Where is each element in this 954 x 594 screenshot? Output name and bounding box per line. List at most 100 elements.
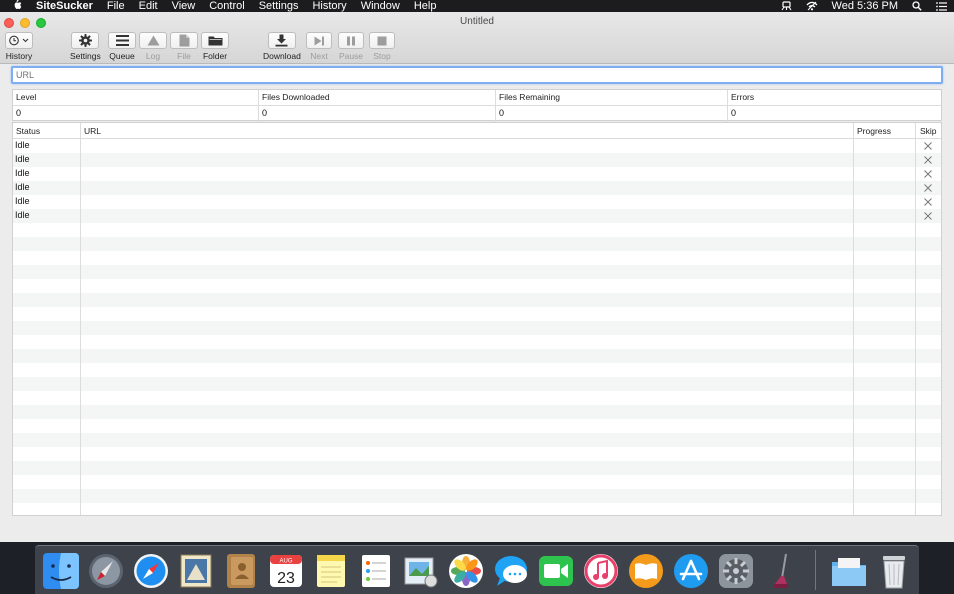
- menu-clock[interactable]: Wed 5:36 PM: [825, 0, 905, 12]
- next-toolbar-item[interactable]: Next: [306, 32, 332, 61]
- table-row[interactable]: [13, 405, 941, 419]
- skip-x-icon[interactable]: [921, 196, 935, 208]
- itunes-icon[interactable]: [582, 552, 620, 590]
- table-row[interactable]: [13, 363, 941, 377]
- menu-settings[interactable]: Settings: [252, 0, 306, 12]
- download-button[interactable]: [267, 32, 296, 49]
- row-status: Idle: [15, 168, 30, 178]
- table-row[interactable]: [13, 265, 941, 279]
- launchpad-icon[interactable]: [87, 552, 125, 590]
- table-row[interactable]: Idle: [13, 195, 941, 209]
- log-toolbar-item[interactable]: Log: [139, 32, 167, 61]
- queue-toolbar-item[interactable]: Queue: [108, 32, 136, 61]
- file-button[interactable]: [170, 32, 198, 49]
- facetime-icon[interactable]: [537, 552, 575, 590]
- reminders-icon[interactable]: [357, 552, 395, 590]
- menu-view[interactable]: View: [165, 0, 203, 12]
- errors-header: Errors: [728, 90, 941, 106]
- menu-help[interactable]: Help: [407, 0, 444, 12]
- photos-icon[interactable]: [447, 552, 485, 590]
- table-row[interactable]: Idle: [13, 139, 941, 153]
- download-toolbar-item[interactable]: Download: [263, 32, 301, 61]
- notes-icon[interactable]: [312, 552, 350, 590]
- messages-icon[interactable]: [492, 552, 530, 590]
- table-row[interactable]: [13, 307, 941, 321]
- next-button[interactable]: [306, 32, 332, 49]
- pause-toolbar-item[interactable]: Pause: [338, 32, 364, 61]
- settings-button[interactable]: [71, 32, 100, 49]
- table-row[interactable]: [13, 503, 941, 515]
- table-row[interactable]: [13, 377, 941, 391]
- column-divider: [915, 123, 916, 515]
- spotlight-search-icon[interactable]: [905, 1, 929, 11]
- table-row[interactable]: [13, 461, 941, 475]
- table-row[interactable]: [13, 391, 941, 405]
- safari-icon[interactable]: [132, 552, 170, 590]
- skip-x-icon[interactable]: [921, 140, 935, 152]
- file-toolbar-item[interactable]: File: [170, 32, 198, 61]
- log-button[interactable]: [139, 32, 167, 49]
- table-row[interactable]: [13, 251, 941, 265]
- column-header-skip[interactable]: Skip: [917, 123, 940, 139]
- table-row[interactable]: [13, 237, 941, 251]
- table-row[interactable]: [13, 447, 941, 461]
- menu-window[interactable]: Window: [354, 0, 407, 12]
- calendar-icon[interactable]: AUG 23: [267, 552, 305, 590]
- table-row[interactable]: Idle: [13, 181, 941, 195]
- table-row[interactable]: [13, 223, 941, 237]
- preview-icon[interactable]: [402, 552, 440, 590]
- stop-toolbar-item[interactable]: Stop: [369, 32, 395, 61]
- menu-control[interactable]: Control: [202, 0, 251, 12]
- sitesucker-status-icon[interactable]: [774, 1, 799, 11]
- gear-icon: [78, 34, 92, 47]
- folder-icon: [208, 36, 222, 46]
- ibooks-icon[interactable]: [627, 552, 665, 590]
- column-header-status[interactable]: Status: [13, 123, 43, 139]
- finder-icon[interactable]: [42, 552, 80, 590]
- skip-forward-icon: [314, 36, 324, 45]
- trash-icon[interactable]: [875, 552, 913, 590]
- column-header-url[interactable]: URL: [81, 123, 104, 139]
- table-row[interactable]: [13, 279, 941, 293]
- row-status: Idle: [15, 210, 30, 220]
- menu-edit[interactable]: Edit: [132, 0, 165, 12]
- wifi-icon[interactable]: [799, 1, 825, 11]
- contacts-icon[interactable]: [222, 552, 260, 590]
- stop-button[interactable]: [369, 32, 395, 49]
- url-input[interactable]: [11, 66, 943, 84]
- table-row[interactable]: Idle: [13, 167, 941, 181]
- table-row[interactable]: [13, 335, 941, 349]
- system-preferences-icon[interactable]: [717, 552, 755, 590]
- table-row[interactable]: [13, 321, 941, 335]
- column-header-progress[interactable]: Progress: [854, 123, 894, 139]
- table-row[interactable]: Idle: [13, 153, 941, 167]
- menu-app-name[interactable]: SiteSucker: [34, 0, 100, 12]
- settings-toolbar-item[interactable]: Settings: [70, 32, 101, 61]
- menu-extras: Wed 5:36 PM: [774, 0, 954, 12]
- pause-button[interactable]: [338, 32, 364, 49]
- downloads-folder-icon[interactable]: [830, 552, 868, 590]
- history-button[interactable]: [5, 32, 33, 49]
- skip-x-icon[interactable]: [921, 182, 935, 194]
- history-toolbar-item[interactable]: History: [5, 32, 33, 61]
- row-status: Idle: [15, 182, 30, 192]
- table-row[interactable]: Idle: [13, 209, 941, 223]
- table-row[interactable]: [13, 419, 941, 433]
- skip-x-icon[interactable]: [921, 210, 935, 222]
- app-store-icon[interactable]: [672, 552, 710, 590]
- queue-button[interactable]: [108, 32, 136, 49]
- folder-toolbar-item[interactable]: Folder: [201, 32, 229, 61]
- mail-icon[interactable]: [177, 552, 215, 590]
- table-row[interactable]: [13, 433, 941, 447]
- sitesucker-icon[interactable]: [762, 552, 800, 590]
- table-row[interactable]: [13, 349, 941, 363]
- menu-file[interactable]: File: [100, 0, 132, 12]
- folder-button[interactable]: [201, 32, 229, 49]
- menu-history[interactable]: History: [305, 0, 353, 12]
- skip-x-icon[interactable]: [921, 168, 935, 180]
- table-row[interactable]: [13, 489, 941, 503]
- skip-x-icon[interactable]: [921, 154, 935, 166]
- table-row[interactable]: [13, 293, 941, 307]
- table-row[interactable]: [13, 475, 941, 489]
- notification-center-icon[interactable]: [929, 1, 954, 11]
